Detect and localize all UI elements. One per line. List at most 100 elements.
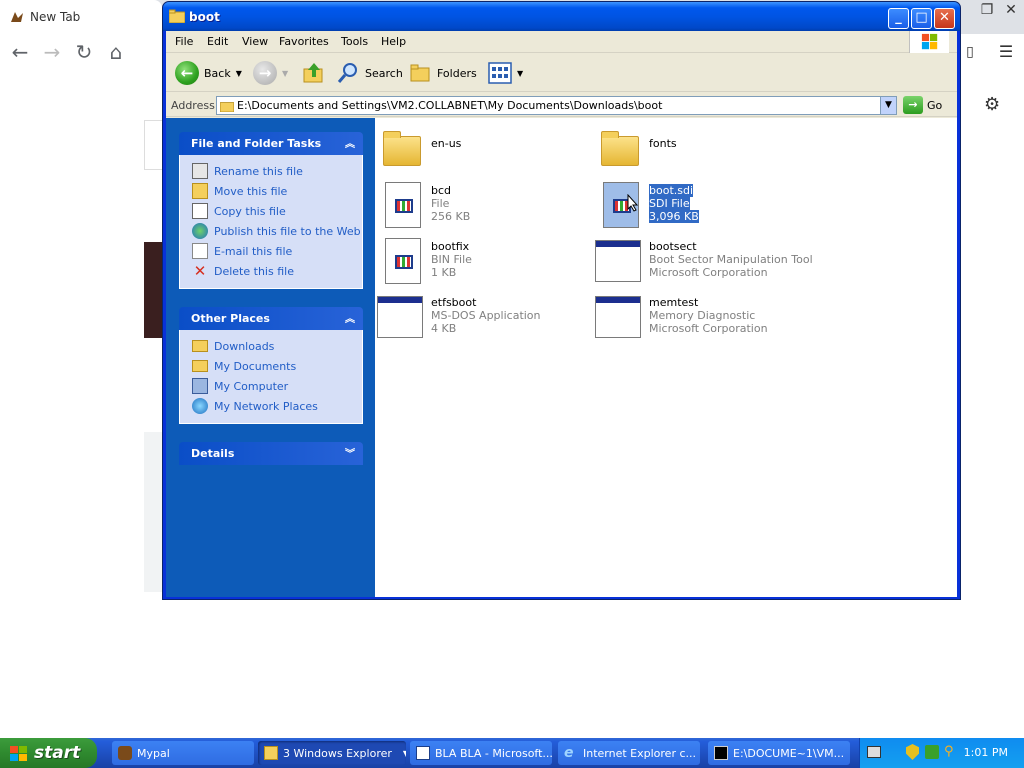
- link-label: Downloads: [214, 339, 275, 353]
- copy-file-link[interactable]: Copy this file: [192, 201, 362, 221]
- menu-edit[interactable]: Edit: [207, 35, 228, 48]
- email-file-link[interactable]: E-mail this file: [192, 241, 362, 261]
- application-icon: [377, 292, 425, 342]
- forward-button[interactable]: → ▼: [253, 61, 288, 85]
- security-shield-icon[interactable]: [906, 744, 919, 760]
- file-item-memtest[interactable]: memtest Memory Diagnostic Microsoft Corpor…: [595, 292, 768, 342]
- windows-logo: [909, 31, 949, 53]
- panel-header[interactable]: File and Folder Tasks ︽: [179, 132, 363, 155]
- reload-icon[interactable]: ↻: [72, 40, 96, 64]
- search-tray-icon[interactable]: ⚲: [944, 744, 954, 759]
- dropdown-arrow-icon[interactable]: ▼: [282, 69, 288, 78]
- clock: 1:01 PM: [963, 746, 1008, 759]
- start-label: start: [34, 743, 81, 763]
- system-tray: ⚲ 1:01 PM: [859, 738, 1024, 768]
- sidebar-icon[interactable]: ▯: [958, 40, 982, 64]
- details-panel: Details ︾: [179, 442, 363, 465]
- dropdown-arrow-icon[interactable]: ▼: [236, 69, 242, 78]
- delete-file-link[interactable]: ✕ Delete this file: [192, 261, 362, 281]
- publish-file-link[interactable]: Publish this file to the Web: [192, 221, 362, 241]
- other-places-panel: Other Places ︽ Downloads My Documents My…: [179, 307, 363, 424]
- file-list: en-us fonts bcd File 256 KB boot.sdi SDI Fi…: [375, 118, 957, 597]
- file-name: bootsect: [649, 240, 697, 253]
- folders-button[interactable]: Folders: [410, 61, 477, 85]
- link-label: My Documents: [214, 359, 297, 373]
- file-item-bootsect[interactable]: bootsect Boot Sector Manipulation Tool Mic…: [595, 236, 813, 286]
- folder-icon: [264, 746, 278, 760]
- menu-help[interactable]: Help: [381, 35, 406, 48]
- restore-icon[interactable]: ❐: [976, 2, 998, 24]
- taskbar-label: Internet Explorer c...: [583, 746, 697, 760]
- file-item-bcd[interactable]: bcd File 256 KB: [381, 180, 470, 230]
- maximize-button[interactable]: □: [911, 8, 932, 29]
- link-label: E-mail this file: [214, 244, 293, 258]
- panel-header[interactable]: Other Places ︽: [179, 307, 363, 330]
- panel-header[interactable]: Details ︾: [179, 442, 363, 465]
- delete-x-icon: ✕: [193, 262, 207, 280]
- folders-icon: [410, 64, 430, 82]
- file-name: memtest: [649, 296, 699, 309]
- menu-file[interactable]: File: [175, 35, 193, 48]
- address-input[interactable]: E:\Documents and Settings\VM2.COLLABNET\…: [216, 96, 897, 115]
- forward-arrow-icon: →: [253, 61, 277, 85]
- move-file-link[interactable]: Move this file: [192, 181, 362, 201]
- my-documents-icon: [192, 360, 208, 372]
- address-dropdown-button[interactable]: ▼: [880, 97, 896, 114]
- menu-icon[interactable]: ☰: [994, 40, 1018, 64]
- browser-tab[interactable]: New Tab: [0, 0, 162, 34]
- forward-arrow-icon[interactable]: →: [40, 40, 64, 64]
- menu-favorites[interactable]: Favorites: [279, 35, 329, 48]
- taskbar-button-mypal[interactable]: Mypal: [112, 741, 254, 765]
- window-title: boot: [189, 10, 220, 24]
- collapse-chevron-icon[interactable]: ︽: [345, 310, 355, 325]
- panel-body: Rename this file Move this file Copy thi…: [179, 155, 363, 289]
- file-name: en-us: [431, 137, 462, 150]
- file-size: 3,096 KB: [649, 210, 699, 223]
- file-item-en-us[interactable]: en-us: [381, 124, 461, 174]
- title-bar[interactable]: boot _ □ ✕: [163, 2, 960, 31]
- up-folder-button[interactable]: [302, 61, 326, 85]
- file-item-etfsboot[interactable]: etfsboot MS-DOS Application 4 KB: [377, 292, 541, 342]
- network-icon[interactable]: [925, 745, 939, 759]
- close-icon[interactable]: ✕: [1000, 2, 1022, 24]
- dropdown-arrow-icon: ▼: [402, 748, 406, 758]
- start-button[interactable]: start: [0, 738, 97, 768]
- panel-body: Downloads My Documents My Computer My Ne…: [179, 330, 363, 424]
- link-label: Publish this file to the Web: [214, 224, 361, 238]
- search-button[interactable]: Search: [336, 61, 403, 85]
- file-folder-tasks-panel: File and Folder Tasks ︽ Rename this file…: [179, 132, 363, 289]
- file-size: 256 KB: [431, 210, 471, 223]
- back-arrow-icon[interactable]: ←: [8, 40, 32, 64]
- file-item-bootfix[interactable]: bootfix BIN File 1 KB: [381, 236, 472, 286]
- my-computer-link[interactable]: My Computer: [192, 376, 362, 396]
- downloads-link[interactable]: Downloads: [192, 336, 362, 356]
- link-label: Move this file: [214, 184, 288, 198]
- taskbar-button-internet-explorer[interactable]: e Internet Explorer c...: [558, 741, 700, 765]
- computer-icon: [192, 378, 208, 394]
- rename-file-link[interactable]: Rename this file: [192, 161, 362, 181]
- search-icon: [337, 63, 357, 83]
- file-item-boot-sdi[interactable]: boot.sdi SDI File 3,096 KB: [599, 180, 699, 230]
- expand-chevron-icon[interactable]: ︾: [345, 445, 355, 460]
- menu-view[interactable]: View: [242, 35, 268, 48]
- back-button[interactable]: ← Back ▼: [175, 61, 242, 85]
- close-button[interactable]: ✕: [934, 8, 955, 29]
- menu-tools[interactable]: Tools: [341, 35, 368, 48]
- address-path: E:\Documents and Settings\VM2.COLLABNET\…: [237, 99, 663, 112]
- settings-gear-icon[interactable]: ⚙: [984, 94, 1000, 115]
- home-icon[interactable]: ⌂: [104, 40, 128, 64]
- keyboard-icon[interactable]: [867, 746, 881, 758]
- minimize-button[interactable]: _: [888, 8, 909, 29]
- collapse-chevron-icon[interactable]: ︽: [345, 135, 355, 150]
- my-documents-link[interactable]: My Documents: [192, 356, 362, 376]
- views-button[interactable]: ▼: [488, 61, 523, 85]
- dropdown-arrow-icon[interactable]: ▼: [517, 69, 523, 78]
- go-button[interactable]: → Go: [903, 96, 942, 114]
- taskbar-button-windows-explorer[interactable]: 3 Windows Explorer ▼: [258, 741, 406, 765]
- taskbar-button-word[interactable]: BLA BLA - Microsoft...: [410, 741, 552, 765]
- taskbar-button-command-prompt[interactable]: E:\DOCUME~1\VM...: [708, 741, 850, 765]
- folder-icon: [220, 102, 234, 112]
- file-item-fonts[interactable]: fonts: [599, 124, 677, 174]
- file-company: Microsoft Corporation: [649, 266, 768, 279]
- my-network-places-link[interactable]: My Network Places: [192, 396, 362, 416]
